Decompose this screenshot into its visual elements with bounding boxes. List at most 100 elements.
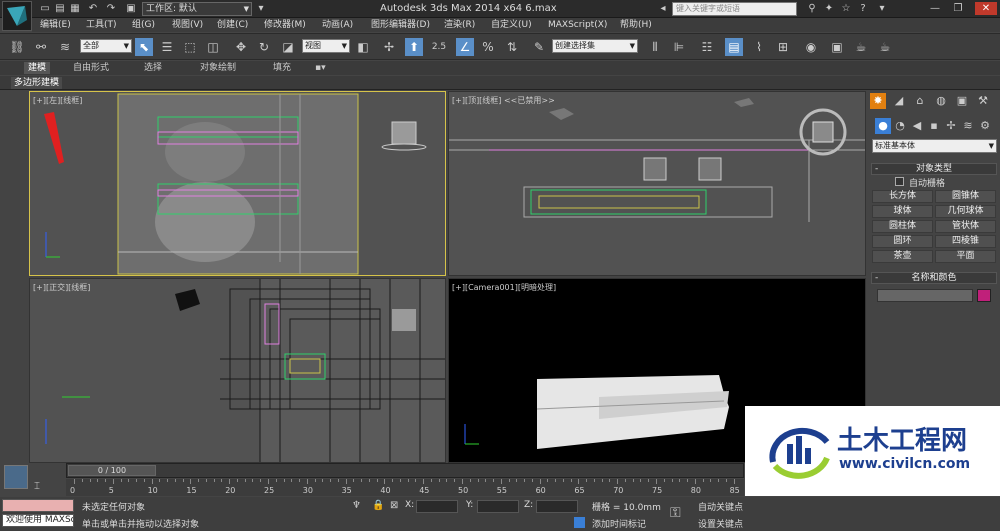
subscription-icon[interactable]: ✦	[822, 2, 836, 15]
auto-key-button[interactable]: 自动关键点	[698, 500, 743, 513]
selection-lock-icon[interactable]: 🔒	[372, 500, 384, 511]
menu-help[interactable]: 帮助(H)	[620, 19, 652, 31]
add-time-tag[interactable]: 添加时间标记	[592, 517, 646, 530]
time-tag-icon[interactable]	[574, 517, 585, 528]
maximize-icon[interactable]: ❐	[951, 2, 965, 15]
pyramid-button[interactable]: 四棱锥	[935, 235, 996, 248]
shapes-icon[interactable]: ◔	[892, 118, 908, 134]
x-coordinate-input[interactable]	[416, 500, 458, 513]
timeline-ruler[interactable]: 0 5 10 15 20 25 30 35 40 45 50 55 60 65 70 75 80 85	[66, 479, 744, 496]
reference-coord-dropdown[interactable]: 视图 ▼	[302, 39, 350, 53]
ribbon-options-icon[interactable]: ▪▾	[315, 62, 326, 74]
utilities-panel-icon[interactable]: ⚒	[975, 93, 991, 109]
menu-customize[interactable]: 自定义(U)	[491, 19, 532, 31]
key-icon[interactable]: ⚿	[670, 505, 681, 521]
move-icon[interactable]: ✥	[232, 38, 250, 56]
menu-rendering[interactable]: 渲染(R)	[444, 19, 475, 31]
menu-group[interactable]: 组(G)	[132, 19, 155, 31]
named-selection-dropdown[interactable]: 创建选择集 ▼	[552, 39, 638, 53]
angle-snap-icon[interactable]: ∠	[456, 38, 474, 56]
torus-button[interactable]: 圆环	[872, 235, 933, 248]
graphite-tools-icon[interactable]: ▤	[725, 38, 743, 56]
object-name-input[interactable]	[877, 289, 973, 302]
search-input[interactable]: 键入关键字或短语	[672, 2, 797, 16]
align-icon[interactable]: ⊫	[670, 38, 688, 56]
maxscript-listener[interactable]: 欢迎使用 MAXSc	[2, 514, 74, 527]
modify-panel-icon[interactable]: ◢	[891, 93, 907, 109]
viewport-ortho-label[interactable]: [+][正交][线框]	[33, 282, 90, 293]
select-manipulate-icon[interactable]: ✢	[380, 38, 398, 56]
sphere-button[interactable]: 球体	[872, 205, 933, 218]
cone-button[interactable]: 圆锥体	[935, 190, 996, 203]
ribbon-tab-populate[interactable]: 填充	[273, 62, 291, 74]
redo-icon[interactable]: ↷	[104, 2, 118, 15]
rotate-icon[interactable]: ↻	[255, 38, 273, 56]
spinner-snap-icon[interactable]: ⇅	[503, 38, 521, 56]
pivot-center-icon[interactable]: ◧	[354, 38, 372, 56]
close-icon[interactable]: ✕	[975, 2, 997, 15]
set-key-button[interactable]: 设置关键点	[698, 517, 743, 530]
workspace-expand-icon[interactable]: ▾	[254, 2, 268, 15]
cylinder-button[interactable]: 圆柱体	[872, 220, 933, 233]
minimize-icon[interactable]: —	[928, 2, 942, 15]
hierarchy-panel-icon[interactable]: ⌂	[912, 93, 928, 109]
menu-animation[interactable]: 动画(A)	[322, 19, 353, 31]
primitive-type-dropdown[interactable]: 标准基本体 ▼	[872, 139, 997, 153]
viewport-top-label[interactable]: [+][顶][线框] <<已禁用>>	[452, 95, 555, 106]
menu-graph-editors[interactable]: 图形编辑器(D)	[371, 19, 430, 31]
menu-views[interactable]: 视图(V)	[172, 19, 203, 31]
new-file-icon[interactable]: ▭	[38, 2, 52, 15]
display-panel-icon[interactable]: ▣	[954, 93, 970, 109]
ribbon-tab-object-paint[interactable]: 对象绘制	[200, 62, 236, 74]
select-object-icon[interactable]: ⬉	[135, 38, 153, 56]
object-type-rollout[interactable]: - 对象类型	[871, 163, 997, 175]
layer-manager-icon[interactable]: ☷	[698, 38, 716, 56]
ribbon-tab-selection[interactable]: 选择	[144, 62, 162, 74]
keyboard-shortcut-icon[interactable]: ⬆	[405, 38, 423, 56]
help-icon[interactable]: ?	[856, 2, 870, 15]
geosphere-button[interactable]: 几何球体	[935, 205, 996, 218]
binoculars-icon[interactable]: ⚲	[805, 2, 819, 15]
undo-icon[interactable]: ↶	[86, 2, 100, 15]
ribbon-tab-freeform[interactable]: 自由形式	[73, 62, 109, 74]
snaps-toggle-icon[interactable]: 2.5	[430, 38, 448, 56]
edit-named-selection-icon[interactable]: ✎	[530, 38, 548, 56]
menu-create[interactable]: 创建(C)	[217, 19, 248, 31]
plane-button[interactable]: 平面	[935, 250, 996, 263]
lights-icon[interactable]: ◀	[909, 118, 925, 134]
rectangle-selection-icon[interactable]: ⬚	[181, 38, 199, 56]
ribbon-tab-modeling[interactable]: 建模	[24, 62, 51, 74]
render-setup-icon[interactable]: ▣	[828, 38, 846, 56]
menu-edit[interactable]: 编辑(E)	[40, 19, 71, 31]
select-by-name-icon[interactable]: ☰	[158, 38, 176, 56]
absolute-mode-icon[interactable]: ⊠	[390, 500, 398, 511]
viewport-top[interactable]: [+][顶][线框] <<已禁用>>	[448, 91, 866, 276]
systems-icon[interactable]: ⚙	[977, 118, 993, 134]
motion-panel-icon[interactable]: ◍	[933, 93, 949, 109]
space-warps-icon[interactable]: ≋	[960, 118, 976, 134]
time-slider[interactable]: 0 / 100	[66, 463, 744, 478]
mini-curve-editor-icon[interactable]: ⌶	[34, 481, 54, 493]
material-editor-icon[interactable]: ◉	[802, 38, 820, 56]
open-file-icon[interactable]: ▤	[53, 2, 67, 15]
viewport-left-label[interactable]: [+][左][线框]	[33, 95, 82, 106]
save-file-icon[interactable]: ▦	[68, 2, 82, 15]
create-panel-icon[interactable]: ✸	[870, 93, 886, 109]
selection-filter-dropdown[interactable]: 全部 ▼	[80, 39, 132, 53]
menu-modifiers[interactable]: 修改器(M)	[264, 19, 306, 31]
search-expand-icon[interactable]: ◂	[656, 2, 670, 15]
teapot-button[interactable]: 茶壶	[872, 250, 933, 263]
y-coordinate-input[interactable]	[477, 500, 519, 513]
scale-icon[interactable]: ◪	[279, 38, 297, 56]
ribbon-subtab-polygon-modeling[interactable]: 多边形建模	[11, 77, 63, 89]
communication-icon[interactable]: ☆	[839, 2, 853, 15]
viewport-orthographic[interactable]: [+][正交][线框]	[29, 278, 446, 463]
render-production-icon[interactable]: ☕	[876, 38, 894, 56]
menu-tools[interactable]: 工具(T)	[86, 19, 117, 31]
curve-editor-icon[interactable]: ⌇	[750, 38, 768, 56]
rendered-frame-icon[interactable]: ☕	[852, 38, 870, 56]
object-color-swatch[interactable]	[977, 289, 991, 302]
geometry-icon[interactable]: ●	[875, 118, 891, 134]
window-crossing-icon[interactable]: ◫	[204, 38, 222, 56]
tube-button[interactable]: 管状体	[935, 220, 996, 233]
